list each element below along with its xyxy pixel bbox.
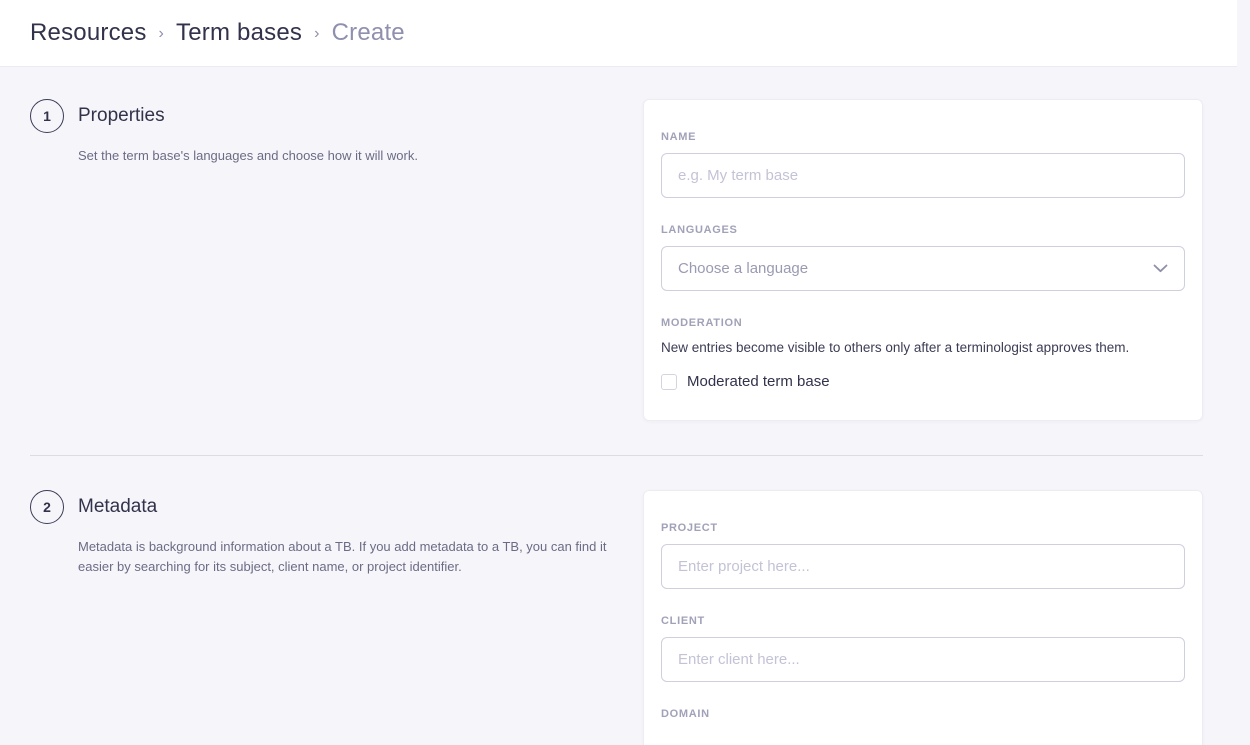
client-input[interactable] [661, 637, 1185, 682]
project-label: PROJECT [661, 522, 1185, 534]
section-properties: 1 Properties Set the term base's languag… [30, 99, 1203, 421]
breadcrumb-separator-icon: › [159, 23, 165, 43]
breadcrumb-create: Create [332, 19, 405, 47]
step-number-2: 2 [30, 490, 64, 524]
moderated-checkbox[interactable] [661, 374, 677, 390]
moderated-checkbox-row[interactable]: Moderated term base [661, 373, 1185, 390]
domain-label: DOMAIN [661, 708, 1185, 720]
breadcrumb-resources[interactable]: Resources [30, 19, 147, 47]
moderated-checkbox-label[interactable]: Moderated term base [687, 373, 830, 390]
metadata-card: PROJECT CLIENT DOMAIN [643, 490, 1203, 745]
section-metadata-intro: 2 Metadata Metadata is background inform… [30, 490, 643, 577]
languages-select[interactable]: Choose a language [661, 246, 1185, 291]
section-description-properties: Set the term base's languages and choose… [78, 146, 632, 166]
section-metadata: 2 Metadata Metadata is background inform… [30, 490, 1203, 745]
chevron-down-icon [1153, 264, 1168, 273]
section-divider [30, 455, 1203, 456]
moderation-label: MODERATION [661, 317, 1185, 329]
name-input[interactable] [661, 153, 1185, 198]
name-label: NAME [661, 131, 1185, 143]
languages-label: LANGUAGES [661, 224, 1185, 236]
section-title-properties: Properties [78, 105, 165, 127]
breadcrumb-term-bases[interactable]: Term bases [176, 19, 302, 47]
create-term-base-page: 1 Properties Set the term base's languag… [0, 67, 1250, 745]
moderation-help-text: New entries become visible to others onl… [661, 340, 1185, 355]
section-description-metadata: Metadata is background information about… [78, 537, 632, 577]
project-input[interactable] [661, 544, 1185, 589]
client-label: CLIENT [661, 615, 1185, 627]
breadcrumb: Resources › Term bases › Create [30, 19, 405, 47]
languages-select-value: Choose a language [678, 260, 808, 277]
section-title-metadata: Metadata [78, 496, 157, 518]
step-number-1: 1 [30, 99, 64, 133]
properties-card: NAME LANGUAGES Choose a language MODERAT… [643, 99, 1203, 421]
section-properties-intro: 1 Properties Set the term base's languag… [30, 99, 643, 166]
top-bar: Resources › Term bases › Create [0, 0, 1237, 67]
breadcrumb-separator-icon: › [314, 23, 320, 43]
